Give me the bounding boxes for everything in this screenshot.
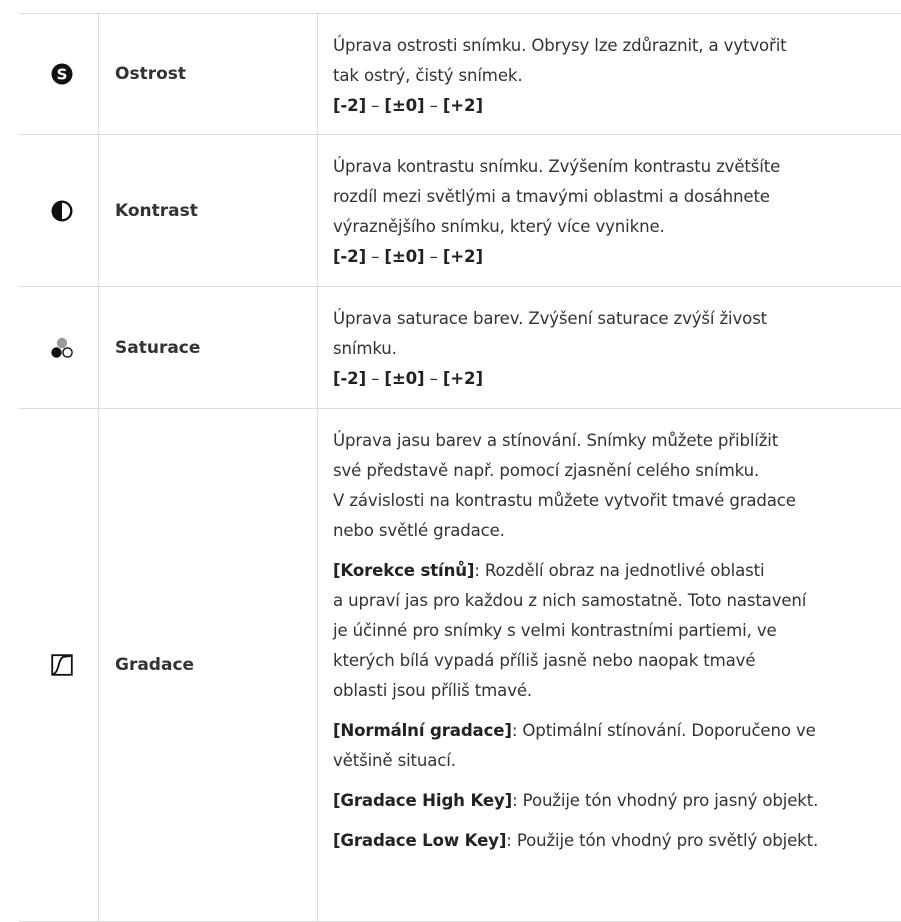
range-mid: [±0]	[384, 247, 425, 266]
value-range: [-2] – [±0] – [+2]	[333, 91, 901, 121]
description-line: Úprava saturace barev. Zvýšení saturace …	[333, 309, 768, 328]
saturation-icon	[50, 336, 74, 360]
option-high-key: [Gradace High Key]: Použije tón vhodný p…	[333, 786, 901, 816]
option-text: : Použije tón vhodný pro světlý objekt.	[506, 831, 819, 850]
range-min: [-2]	[333, 247, 367, 266]
svg-text:S: S	[56, 66, 67, 84]
option-low-key: [Gradace Low Key]: Použije tón vhodný pr…	[333, 826, 901, 856]
value-range: [-2] – [±0] – [+2]	[333, 242, 901, 272]
option-label: [Gradace High Key]	[333, 791, 513, 810]
sharpness-icon: S	[51, 63, 73, 85]
option-text: : Rozdělí obraz na jednotlivé oblasti	[474, 561, 765, 580]
description-line: Úprava kontrastu snímku. Zvýšením kontra…	[333, 157, 781, 176]
range-max: [+2]	[442, 369, 483, 388]
range-max: [+2]	[442, 247, 483, 266]
setting-name: Ostrost	[99, 14, 318, 134]
description-line: V závislosti na kontrastu můžete vytvoři…	[333, 491, 796, 510]
gradation-icon	[50, 654, 73, 676]
description-line: většině situací.	[333, 751, 456, 770]
setting-description: Úprava kontrastu snímku. Zvýšením kontra…	[318, 135, 901, 286]
range-separator: –	[366, 96, 385, 115]
option-text: : Optimální stínování. Doporučeno ve	[511, 721, 816, 740]
setting-description: Úprava jasu barev a stínování. Snímky mů…	[318, 409, 901, 921]
range-mid: [±0]	[384, 96, 425, 115]
range-min: [-2]	[333, 369, 367, 388]
icon-cell	[19, 135, 99, 286]
icon-cell	[19, 287, 99, 408]
option-text: : Použije tón vhodný pro jasný objekt.	[512, 791, 819, 810]
option-normal-gradation: [Normální gradace]: Optimální stínování.…	[333, 716, 901, 776]
range-separator: –	[366, 247, 385, 266]
range-mid: [±0]	[384, 369, 425, 388]
description-line: Úprava ostrosti snímku. Obrysy lze zdůra…	[333, 36, 787, 55]
range-max: [+2]	[442, 96, 483, 115]
description-line: Úprava jasu barev a stínování. Snímky mů…	[333, 431, 779, 450]
icon-cell: S	[19, 14, 99, 134]
option-label: [Normální gradace]	[333, 721, 512, 740]
description-line: je účinné pro snímky s velmi kontrastním…	[333, 621, 777, 640]
table-row-saturation: Saturace Úprava saturace barev. Zvýšení …	[19, 287, 901, 409]
description-line: oblasti jsou příliš tmavé.	[333, 681, 533, 700]
description-line: kterých bílá vypadá příliš jasně nebo na…	[333, 651, 756, 670]
option-label: [Korekce stínů]	[333, 561, 475, 580]
range-separator: –	[424, 96, 443, 115]
settings-table: S Ostrost Úprava ostrosti snímku. Obrysy…	[19, 13, 901, 922]
option-label: [Gradace Low Key]	[333, 831, 507, 850]
range-separator: –	[424, 369, 443, 388]
description-line: nebo světlé gradace.	[333, 521, 505, 540]
contrast-icon	[50, 199, 73, 222]
setting-name: Saturace	[99, 287, 318, 408]
option-shadow-correction: [Korekce stínů]: Rozdělí obraz na jednot…	[333, 556, 901, 706]
description-line: rozdíl mezi světlými a tmavými oblastmi …	[333, 187, 770, 206]
setting-description: Úprava saturace barev. Zvýšení saturace …	[318, 287, 901, 408]
setting-name: Gradace	[99, 409, 318, 921]
value-range: [-2] – [±0] – [+2]	[333, 364, 901, 394]
range-separator: –	[366, 369, 385, 388]
description-line: snímku.	[333, 339, 397, 358]
range-min: [-2]	[333, 96, 367, 115]
setting-description: Úprava ostrosti snímku. Obrysy lze zdůra…	[318, 14, 901, 134]
intro-paragraph: Úprava jasu barev a stínování. Snímky mů…	[333, 426, 901, 546]
table-row-gradation: Gradace Úprava jasu barev a stínování. S…	[19, 409, 901, 922]
table-row-contrast: Kontrast Úprava kontrastu snímku. Zvýšen…	[19, 135, 901, 287]
description-line: své představě např. pomocí zjasnění celé…	[333, 461, 760, 480]
range-separator: –	[424, 247, 443, 266]
description-line: a upraví jas pro každou z nich samostatn…	[333, 591, 807, 610]
description-line: výraznějšího snímku, který více vynikne.	[333, 217, 665, 236]
table-row-sharpness: S Ostrost Úprava ostrosti snímku. Obrysy…	[19, 14, 901, 135]
setting-name: Kontrast	[99, 135, 318, 286]
description-line: tak ostrý, čistý snímek.	[333, 66, 523, 85]
icon-cell	[19, 409, 99, 921]
